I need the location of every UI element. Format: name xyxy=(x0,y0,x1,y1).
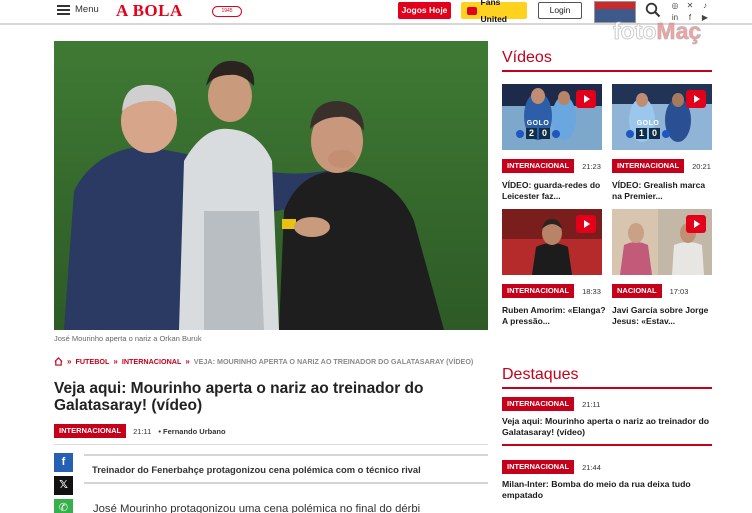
divider xyxy=(54,444,488,445)
home-icon[interactable] xyxy=(54,357,63,366)
videos-heading[interactable]: Vídeos xyxy=(502,49,552,67)
category-tag[interactable]: INTERNACIONAL xyxy=(502,159,575,173)
facebook-share-icon[interactable]: f xyxy=(54,453,73,472)
article-title: Veja aqui: Mourinho aperta o nariz ao tr… xyxy=(54,380,424,414)
instagram-icon[interactable]: ◎ xyxy=(668,0,682,11)
destaques-heading-rule xyxy=(502,387,712,389)
fans-united-icon xyxy=(467,6,477,15)
video-title[interactable]: Ruben Amorim: «Elanga? A pressão... xyxy=(502,305,606,327)
play-icon[interactable] xyxy=(576,90,596,108)
category-tag[interactable]: INTERNACIONAL xyxy=(502,284,575,298)
team-crest-icon xyxy=(552,129,560,138)
destaque-item[interactable]: INTERNACIONAL 21:11 Veja aqui: Mourinho … xyxy=(502,397,712,446)
category-tag[interactable]: INTERNACIONAL xyxy=(54,424,127,438)
image-caption: José Mourinho aperta o nariz a Orkan Bur… xyxy=(54,334,202,343)
team-crest-icon xyxy=(626,129,634,138)
login-button[interactable]: Login xyxy=(538,2,582,19)
article-lead: Treinador do Fenerbahçe protagonizou cen… xyxy=(92,464,421,475)
video-thumbnail[interactable]: GOLO 1 0 xyxy=(612,84,712,150)
video-meta: INTERNACIONAL 20:21 xyxy=(612,159,711,173)
video-title[interactable]: VÍDEO: guarda-redes do Leicester faz... xyxy=(502,180,606,202)
destaque-title[interactable]: Milan-Inter: Bomba do meio da rua deixa … xyxy=(502,479,712,501)
menu-button[interactable]: Menu xyxy=(57,4,99,15)
menu-label: Menu xyxy=(75,4,99,15)
breadcrumb-separator-icon: » xyxy=(185,357,190,366)
destaque-item[interactable]: INTERNACIONAL 21:44 Milan-Inter: Bomba d… xyxy=(502,460,712,501)
breadcrumb-internacional[interactable]: INTERNACIONAL xyxy=(122,357,182,366)
breadcrumb-current: VEJA: MOURINHO APERTA O NARIZ AO TREINAD… xyxy=(193,357,474,366)
home-score: 2 xyxy=(526,128,537,139)
category-tag[interactable]: INTERNACIONAL xyxy=(502,460,575,474)
destaque-title[interactable]: Veja aqui: Mourinho aperta o nariz ao tr… xyxy=(502,416,712,438)
article-lead-box: Treinador do Fenerbahçe protagonizou cen… xyxy=(84,454,488,484)
site-logo[interactable]: A BOLA xyxy=(116,1,183,21)
score-overlay: GOLO 1 0 xyxy=(626,120,670,139)
away-score: 0 xyxy=(539,128,550,139)
breadcrumb: » FUTEBOL » INTERNACIONAL » VEJA: MOURIN… xyxy=(54,357,473,366)
jogos-hoje-button[interactable]: Jogos Hoje xyxy=(398,2,451,19)
share-buttons: f 𝕏 ✆ xyxy=(54,453,73,513)
category-tag[interactable]: NACIONAL xyxy=(612,284,662,298)
video-card[interactable]: GOLO 2 0 INTERNACIONAL 21:23 VÍDEO: guar… xyxy=(502,84,602,201)
author-name[interactable]: • Fernando Urbano xyxy=(158,427,225,436)
play-icon[interactable] xyxy=(576,215,596,233)
video-thumbnail[interactable] xyxy=(502,209,602,275)
destaques-heading[interactable]: Destaques xyxy=(502,366,579,384)
video-card[interactable]: INTERNACIONAL 18:33 Ruben Amorim: «Elang… xyxy=(502,209,606,326)
score-overlay: GOLO 2 0 xyxy=(516,120,560,139)
breadcrumb-separator-icon: » xyxy=(113,357,118,366)
video-meta: INTERNACIONAL 21:23 xyxy=(502,159,601,173)
destaque-time: 21:11 xyxy=(582,399,601,409)
category-tag[interactable]: INTERNACIONAL xyxy=(612,159,685,173)
fans-united-label: Fans United xyxy=(480,0,507,24)
videos-heading-rule xyxy=(502,70,712,72)
hamburger-icon xyxy=(57,4,70,15)
video-time: 17:03 xyxy=(669,286,689,296)
video-title[interactable]: Javi García sobre Jorge Jesus: «Estav... xyxy=(612,305,716,327)
video-thumbnail[interactable]: GOLO 2 0 xyxy=(502,84,602,150)
goal-label: GOLO xyxy=(636,120,660,127)
breadcrumb-futebol[interactable]: FUTEBOL xyxy=(75,357,109,366)
breadcrumb-separator-icon: » xyxy=(67,357,72,366)
publish-time: 21:11 xyxy=(133,426,152,436)
logo-badge: 1945 xyxy=(212,6,242,17)
article-hero-image xyxy=(54,41,488,330)
whatsapp-share-icon[interactable]: ✆ xyxy=(54,499,73,513)
article-meta: INTERNACIONAL 21:11 • Fernando Urbano xyxy=(54,424,226,438)
video-card[interactable]: GOLO 1 0 INTERNACIONAL 20:21 VÍDEO: Grea… xyxy=(612,84,712,201)
away-score: 0 xyxy=(649,128,660,139)
article-body-start: José Mourinho protagonizou uma cena polé… xyxy=(93,503,421,513)
home-score: 1 xyxy=(636,128,647,139)
x-icon[interactable]: ✕ xyxy=(683,0,697,11)
fans-united-button[interactable]: Fans United xyxy=(461,0,527,24)
goal-label: GOLO xyxy=(526,120,550,127)
play-icon[interactable] xyxy=(686,215,706,233)
video-thumbnail[interactable] xyxy=(612,209,712,275)
team-crest-icon xyxy=(662,129,670,138)
category-tag[interactable]: INTERNACIONAL xyxy=(502,397,575,411)
team-crest-icon xyxy=(516,129,524,138)
destaque-time: 21:44 xyxy=(582,462,601,472)
video-meta: INTERNACIONAL 18:33 xyxy=(502,284,601,298)
video-meta: NACIONAL 17:03 xyxy=(612,284,688,298)
video-time: 18:33 xyxy=(582,286,601,296)
tiktok-icon[interactable]: ♪ xyxy=(698,0,712,11)
watermark: fotoMaç xyxy=(612,18,702,45)
x-share-icon[interactable]: 𝕏 xyxy=(54,476,73,495)
divider xyxy=(502,444,712,446)
search-icon[interactable] xyxy=(645,2,661,18)
video-title[interactable]: VÍDEO: Grealish marca na Premier... xyxy=(612,180,716,202)
video-time: 20:21 xyxy=(692,161,711,171)
video-time: 21:23 xyxy=(582,161,601,171)
video-card[interactable]: NACIONAL 17:03 Javi García sobre Jorge J… xyxy=(612,209,712,326)
play-icon[interactable] xyxy=(686,90,706,108)
